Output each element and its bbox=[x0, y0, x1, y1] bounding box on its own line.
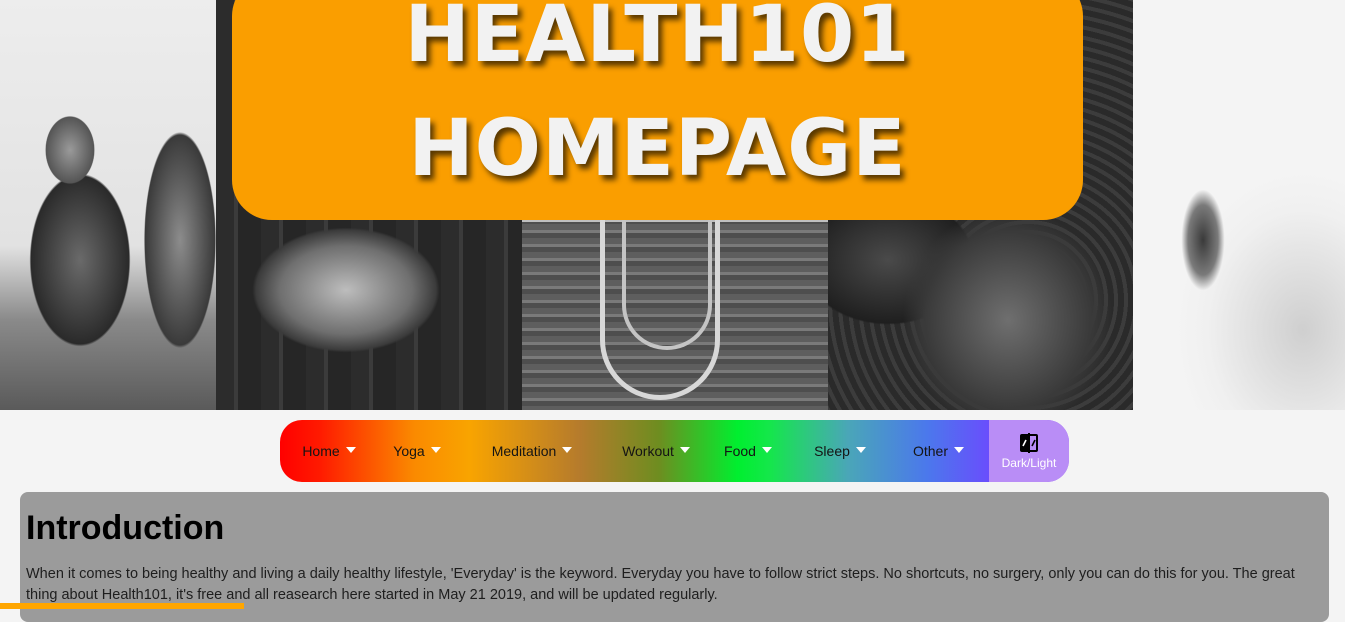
scroll-progress-bar bbox=[0, 603, 244, 609]
dark-light-toggle-button[interactable]: Dark/Light bbox=[989, 420, 1069, 482]
nav-item-label: Food bbox=[724, 443, 756, 459]
nav-item-yoga[interactable]: Yoga bbox=[378, 420, 456, 482]
intro-body: When it comes to being healthy and livin… bbox=[26, 566, 1295, 603]
hero-image-hand bbox=[1133, 0, 1345, 410]
nav-item-label: Other bbox=[912, 443, 948, 459]
caret-down-icon bbox=[562, 447, 573, 453]
nav-item-workout[interactable]: Workout bbox=[608, 420, 704, 482]
intro-heading: Introduction bbox=[26, 509, 225, 547]
caret-down-icon bbox=[855, 447, 866, 453]
nav-item-home[interactable]: Home bbox=[280, 420, 378, 482]
nav-item-label: Workout bbox=[622, 443, 674, 459]
nav-item-meditation[interactable]: Meditation bbox=[456, 420, 608, 482]
nav-item-food[interactable]: Food bbox=[704, 420, 792, 482]
caret-down-icon bbox=[954, 447, 964, 453]
nav-item-label: Home bbox=[302, 443, 340, 459]
contrast-toggle-icon bbox=[1020, 432, 1038, 453]
caret-down-icon bbox=[345, 447, 356, 453]
caret-down-icon bbox=[679, 447, 690, 453]
caret-down-icon bbox=[761, 447, 772, 453]
caret-down-icon bbox=[430, 447, 441, 453]
nav-item-label: Yoga bbox=[393, 443, 425, 459]
page-title-line-2: HOMEPAGE bbox=[408, 104, 907, 194]
page-title-line-1: HEALTH101 bbox=[404, 0, 911, 80]
main-nav: Home Yoga Meditation Workout Food Sleep … bbox=[280, 420, 1069, 482]
nav-item-label: Meditation bbox=[491, 443, 557, 459]
nav-item-other[interactable]: Other bbox=[888, 420, 989, 482]
nav-item-label: Sleep bbox=[814, 443, 850, 459]
hero-image-pushup bbox=[0, 0, 216, 410]
title-banner: HEALTH101 HOMEPAGE bbox=[232, 0, 1083, 220]
nav-item-sleep[interactable]: Sleep bbox=[792, 420, 888, 482]
dark-light-label: Dark/Light bbox=[1001, 455, 1057, 470]
